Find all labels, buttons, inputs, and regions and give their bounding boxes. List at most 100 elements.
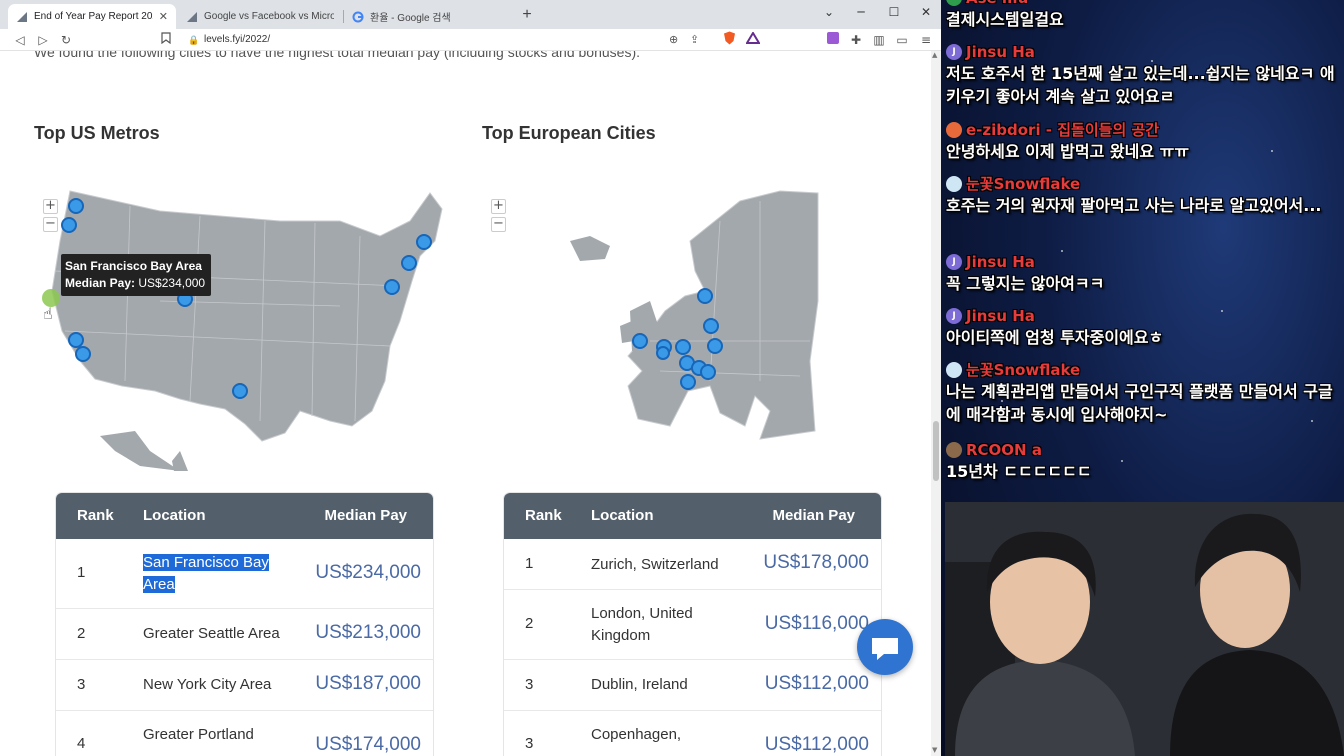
chat-bubble-icon [872,638,898,660]
row-location: Copenhagen, [591,726,682,743]
forward-icon[interactable]: ▷ [34,31,52,49]
chat-message: 눈꽃Snowflake 호주는 거의 원자재 팔아먹고 사는 나라로 알고있어서… [946,174,1341,217]
lock-icon: 🔒 [188,35,200,45]
us-map[interactable] [40,181,450,471]
hand-cursor-icon: ☝ [43,304,53,323]
brave-rewards-icon[interactable] [744,31,762,49]
chat-username: e-zibdori - 집돌이들의 공간 [966,121,1160,139]
chat-text: 나는 계획관리앱 만들어서 구인구직 플랫폼 만들어서 구글에 매각함과 동시에… [946,382,1333,424]
row-location: Dublin, Ireland [591,676,688,693]
table-row[interactable]: 3 New York City Area US$187,000 [56,660,433,711]
row-rank: 3 [77,676,86,693]
tooltip-city: San Francisco Bay Area [65,259,202,273]
minimize-icon[interactable]: ─ [848,2,874,22]
row-location[interactable]: San Francisco Bay Area [143,552,293,596]
eu-map-zoom-in-button[interactable]: + [491,199,506,214]
eu-map[interactable] [570,181,830,471]
zoom-icon[interactable]: ⊕ [669,31,678,49]
sidebar-icon[interactable]: ▥ [870,31,888,49]
levels-fyi-favicon-icon [186,11,198,23]
row-location: Zurich, Switzerland [591,556,719,573]
address-bar[interactable]: 🔒 levels.fyi/2022/ ⊕ ⇪ [180,31,714,49]
tab-search-chevron-icon[interactable]: ⌄ [816,2,842,22]
back-icon[interactable]: ◁ [11,31,29,49]
row-rank: 3 [525,676,534,693]
tab-google-search[interactable]: 환율 - Google 검색 [344,4,514,29]
webcam-people [945,502,1344,756]
row-rank: 2 [77,625,86,642]
table-header: Rank Location Median Pay [504,493,881,539]
scroll-down-icon[interactable]: ▼ [932,746,937,754]
chat-message: Ase mu 결제시스템일걸요 [946,0,1341,31]
menu-icon[interactable]: ≡ [917,31,935,49]
brave-shield-icon[interactable] [720,31,738,49]
avatar [946,0,962,6]
header-rank: Rank [77,507,114,524]
chat-text: 아이티쪽에 엄청 투자중이에요ㅎ [946,328,1164,347]
header-rank: Rank [525,507,562,524]
scroll-thumb[interactable] [933,421,939,481]
row-pay: US$112,000 [764,734,869,755]
row-rank: 4 [77,735,86,752]
new-tab-button[interactable]: + [518,6,536,24]
browser-window: End of Year Pay Report 2022 | Le ✕ Googl… [0,0,941,756]
reload-icon[interactable]: ↻ [57,31,75,49]
table-row[interactable]: 1 San Francisco Bay Area US$234,000 [56,539,433,609]
avatar [946,362,962,378]
avatar: J [946,44,962,60]
chat-message: RCOON a 15년차 ㄷㄷㄷㄷㄷㄷ [946,440,1341,483]
close-window-icon[interactable]: ✕ [913,2,939,22]
tooltip-label: Median Pay: [65,276,136,290]
extension-m-icon[interactable] [824,31,842,49]
chat-message: J Jinsu Ha 저도 호주서 한 15년째 살고 있는데...쉽지는 않네요… [946,42,1341,108]
chat-text: 15년차 ㄷㄷㄷㄷㄷㄷ [946,462,1092,481]
row-pay: US$213,000 [315,622,421,643]
close-tab-icon[interactable]: ✕ [159,10,168,23]
chat-username: Jinsu Ha [966,307,1035,325]
url-text: levels.fyi/2022/ [204,34,271,45]
table-header: Rank Location Median Pay [56,493,433,539]
chat-message: J Jinsu Ha 아이티쪽에 엄청 투자중이에요ㅎ [946,306,1341,349]
tab-levels-fyi[interactable]: End of Year Pay Report 2022 | Le ✕ [8,4,176,29]
levels-fyi-favicon-icon [16,11,28,23]
chat-username: 눈꽃Snowflake [966,361,1081,379]
header-location: Location [591,507,654,524]
table-row[interactable]: 3 Copenhagen, US$112,000 [504,711,881,756]
page-scrollbar[interactable]: ▲ ▼ [931,51,941,756]
chat-username: Ase mu [966,0,1028,8]
table-row[interactable]: 2 Greater Seattle Area US$213,000 [56,609,433,660]
tab-google-vs-facebook[interactable]: Google vs Facebook vs Microsoft - C [178,4,342,29]
tab-title: End of Year Pay Report 2022 | Le [34,11,153,22]
chat-text: 꼭 그렇지는 않아여ㅋㅋ [946,274,1105,293]
table-row[interactable]: 2 London, United Kingdom US$116,000 [504,590,881,660]
map-tooltip: San Francisco Bay Area Median Pay: US$23… [61,254,211,296]
row-pay: US$116,000 [764,613,869,634]
tab-bar: End of Year Pay Report 2022 | Le ✕ Googl… [0,0,941,29]
chat-widget-button[interactable] [857,619,913,675]
us-metros-table: Rank Location Median Pay 1 San Francisco… [56,493,433,756]
avatar: J [946,254,962,270]
table-row[interactable]: 4 Greater Portland US$174,000 [56,711,433,756]
avatar: J [946,308,962,324]
selected-text: San Francisco Bay Area [143,554,269,593]
chat-text: 안녕하세요 이제 밥먹고 왔네요 ㅠㅠ [946,142,1190,161]
wallet-icon[interactable]: ▭ [893,31,911,49]
row-pay: US$174,000 [315,734,421,755]
eu-cities-table: Rank Location Median Pay 1 Zurich, Switz… [504,493,881,756]
eu-map-zoom-out-button[interactable]: − [491,217,506,232]
tooltip-value: US$234,000 [138,276,206,290]
chat-text: 저도 호주서 한 15년째 살고 있는데...쉽지는 않네요ㅋ 애키우기 좋아서… [946,64,1335,106]
share-icon[interactable]: ⇪ [690,31,699,49]
row-pay: US$178,000 [763,552,869,573]
extensions-puzzle-icon[interactable]: ✚ [847,31,865,49]
page-content: We found the following cities to have th… [0,51,931,756]
table-row[interactable]: 1 Zurich, Switzerland US$178,000 [504,539,881,590]
chat-text: 결제시스템일걸요 [946,10,1064,29]
avatar [946,122,962,138]
table-row[interactable]: 3 Dublin, Ireland US$112,000 [504,660,881,711]
webcam-feed [945,502,1344,756]
bookmark-icon[interactable] [157,31,175,49]
row-pay: US$112,000 [764,673,869,694]
maximize-icon[interactable]: ☐ [881,2,907,22]
scroll-up-icon[interactable]: ▲ [932,51,937,59]
